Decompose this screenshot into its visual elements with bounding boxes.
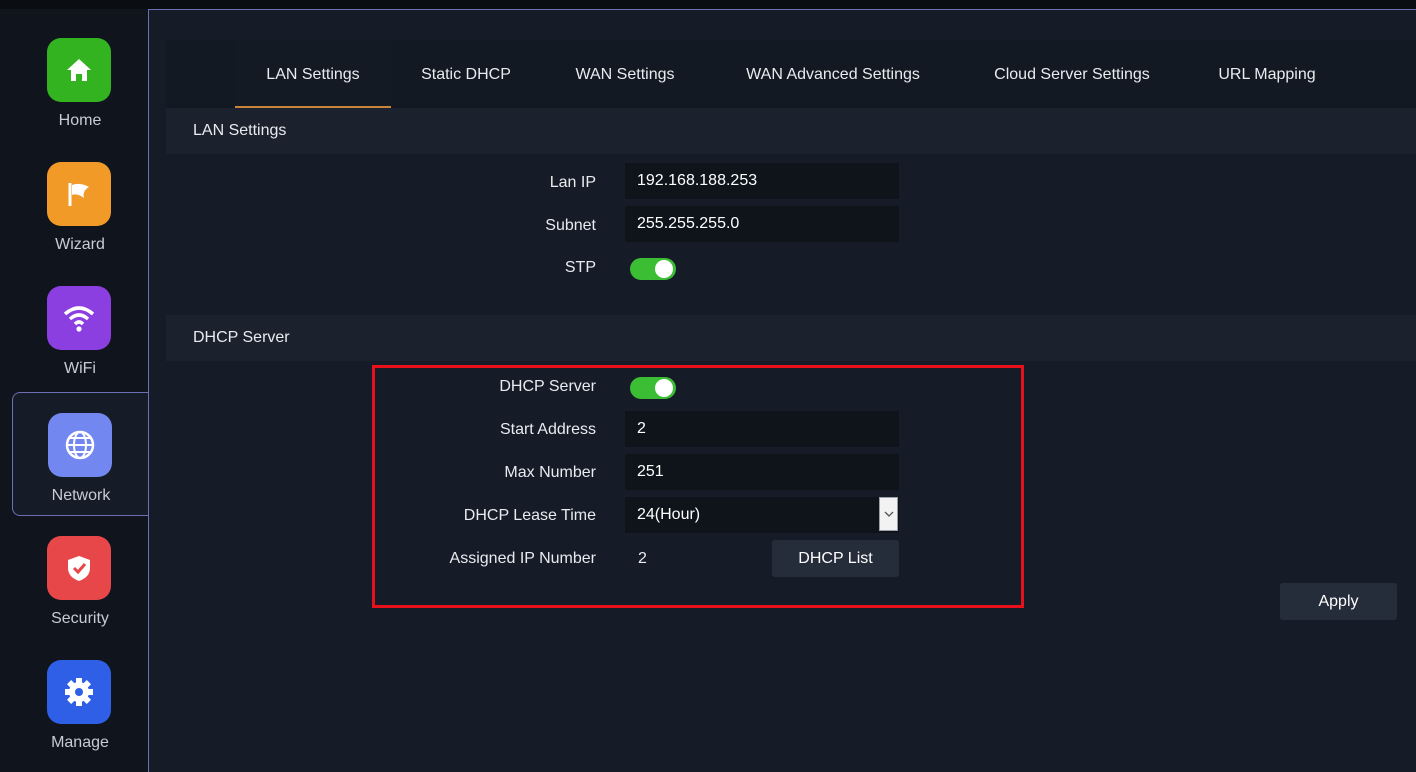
sidebar-item-label: Manage <box>51 734 109 751</box>
subnet-label: Subnet <box>545 217 596 234</box>
stp-label: STP <box>564 259 596 276</box>
tab-url-mapping[interactable]: URL Mapping <box>1209 40 1325 106</box>
sidebar-item-wizard[interactable]: Wizard <box>12 142 148 264</box>
sidebar-item-wifi[interactable]: WiFi <box>12 266 148 388</box>
tab-wan-settings[interactable]: WAN Settings <box>567 40 683 106</box>
subnet-field[interactable]: 255.255.255.0 <box>625 206 899 242</box>
flag-icon <box>47 162 111 226</box>
sidebar-item-label: Network <box>51 487 111 504</box>
sidebar-item-manage[interactable]: Manage <box>12 640 148 762</box>
sidebar-item-label: Security <box>51 610 109 627</box>
tab-static-dhcp[interactable]: Static DHCP <box>418 40 514 106</box>
shield-icon <box>47 536 111 600</box>
apply-button[interactable]: Apply <box>1280 583 1397 620</box>
highlight-box <box>372 365 1024 608</box>
wifi-icon <box>47 286 111 350</box>
tab-bar: LAN Settings Static DHCP WAN Settings WA… <box>166 40 1416 108</box>
stp-toggle[interactable] <box>630 258 676 280</box>
dhcp-server-header: DHCP Server <box>166 315 1416 361</box>
sidebar-item-network[interactable]: Network <box>12 392 149 516</box>
main-content: LAN Settings Static DHCP WAN Settings WA… <box>148 9 1416 772</box>
sidebar: Home Wizard WiFi Network Security Manage <box>0 9 149 772</box>
sidebar-item-label: Wizard <box>55 236 105 253</box>
lan-ip-field[interactable]: 192.168.188.253 <box>625 163 899 199</box>
sidebar-item-home[interactable]: Home <box>12 18 148 140</box>
gear-icon <box>47 660 111 724</box>
top-strip <box>0 0 1416 9</box>
lan-settings-header: LAN Settings <box>166 108 1416 154</box>
tab-cloud-server-settings[interactable]: Cloud Server Settings <box>984 40 1160 106</box>
globe-icon <box>48 413 112 477</box>
tab-lan-settings[interactable]: LAN Settings <box>235 40 391 108</box>
tab-wan-advanced-settings[interactable]: WAN Advanced Settings <box>734 40 932 106</box>
home-icon <box>47 38 111 102</box>
sidebar-item-label: WiFi <box>64 360 96 377</box>
toggle-knob <box>655 260 673 278</box>
lan-ip-label: Lan IP <box>549 174 596 191</box>
sidebar-item-label: Home <box>58 112 102 129</box>
sidebar-item-security[interactable]: Security <box>12 516 148 638</box>
